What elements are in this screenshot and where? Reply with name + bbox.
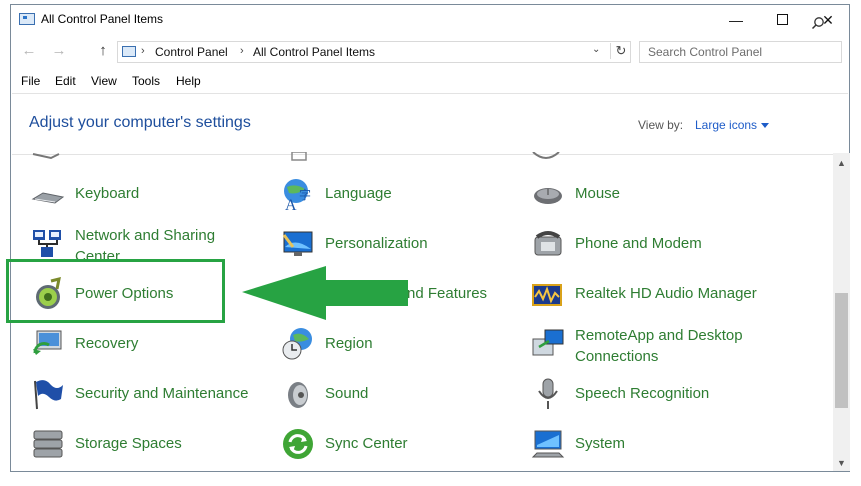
item-label-text: RemoteApp and Desktop Connections (575, 327, 743, 365)
item-phone-modem[interactable]: Phone and Modem (531, 225, 821, 265)
item-recovery[interactable]: Recovery (31, 325, 261, 365)
language-icon: A字 (284, 179, 311, 211)
item-label: Mouse (575, 185, 621, 202)
item-label: Sound (325, 385, 369, 402)
content-header: Adjust your computer's settings View by:… (12, 93, 848, 155)
keyboard-icon (31, 192, 65, 204)
menu-edit[interactable]: Edit (55, 74, 76, 88)
breadcrumb-all-items[interactable]: All Control Panel Items (253, 45, 375, 59)
view-by-label: View by: (638, 118, 684, 132)
item-system[interactable]: System (531, 425, 821, 465)
partial-row-icon (532, 152, 560, 159)
menu-bar: File Edit View Tools Help (11, 71, 849, 91)
back-arrow-icon[interactable]: ← (17, 41, 41, 61)
network-icon (33, 230, 61, 257)
highlight-box (6, 259, 225, 323)
personalization-icon (282, 231, 313, 256)
svg-text:A: A (285, 197, 297, 211)
forward-arrow-icon[interactable]: → (47, 41, 71, 61)
mouse-icon (534, 188, 562, 204)
item-label: Region (325, 335, 373, 352)
phone-icon (534, 231, 562, 256)
control-panel-small-icon (122, 46, 136, 57)
item-mouse[interactable]: Mouse (531, 175, 821, 215)
search-input[interactable] (639, 41, 842, 63)
item-label: Speech Recognition (575, 385, 710, 402)
address-dropdown-icon[interactable]: ⌄ (592, 44, 600, 55)
computer-icon (531, 430, 565, 458)
search-icon[interactable] (811, 16, 825, 30)
item-label: nd Features (407, 285, 488, 302)
breadcrumb-separator-icon[interactable]: › (240, 45, 244, 57)
storage-icon (33, 430, 63, 458)
flag-icon (34, 380, 63, 410)
item-label: System (575, 435, 626, 452)
menu-help[interactable]: Help (176, 74, 201, 88)
address-bar[interactable]: › Control Panel › All Control Panel Item… (117, 41, 631, 63)
window-title: All Control Panel Items (41, 12, 164, 26)
control-panel-icon (19, 13, 35, 25)
sync-icon (283, 429, 313, 459)
page-title: Adjust your computer's settings (29, 114, 251, 131)
item-sound[interactable]: Sound (281, 375, 511, 415)
scroll-up-icon[interactable]: ▲ (837, 158, 846, 168)
item-speech-recognition[interactable]: Speech Recognition (531, 375, 821, 415)
item-label: Security and Maintenance (75, 385, 249, 402)
item-label: Phone and Modem (575, 235, 702, 252)
item-sync-center[interactable]: Sync Center (281, 425, 511, 465)
item-label: Storage Spaces (75, 435, 182, 452)
item-label: RemoteApp and Desktop Connections (575, 325, 765, 367)
title-bar: All Control Panel Items — ✕ (11, 5, 849, 35)
minimize-button[interactable]: — (713, 5, 759, 35)
item-security-maintenance[interactable]: Security and Maintenance (31, 375, 261, 415)
item-remoteapp[interactable]: RemoteApp and Desktop Connections (531, 325, 821, 365)
item-label: Realtek HD Audio Manager (575, 285, 757, 302)
svg-text:字: 字 (299, 187, 311, 202)
caret-down-icon[interactable] (761, 123, 769, 128)
refresh-icon[interactable]: ↻ (610, 43, 631, 59)
speaker-icon (288, 382, 308, 408)
vertical-scrollbar[interactable]: ▲ ▼ (833, 153, 850, 471)
scroll-down-icon[interactable]: ▼ (837, 458, 846, 468)
maximize-button[interactable] (759, 5, 805, 35)
navigation-bar: ← → ↑ › Control Panel › All Control Pane… (11, 37, 849, 65)
item-storage-spaces[interactable]: Storage Spaces (31, 425, 261, 465)
item-keyboard[interactable]: Keyboard (31, 175, 261, 215)
menu-tools[interactable]: Tools (132, 74, 160, 88)
item-label: Recovery (75, 335, 139, 352)
partial-row-icon (291, 152, 307, 161)
menu-file[interactable]: File (21, 74, 40, 88)
microphone-icon (538, 378, 558, 409)
item-label: Sync Center (325, 435, 408, 452)
control-panel-window: All Control Panel Items — ✕ ← → ↑ › Cont… (10, 4, 850, 472)
view-by-dropdown[interactable]: Large icons (695, 118, 757, 132)
breadcrumb-control-panel[interactable]: Control Panel (155, 45, 228, 59)
partial-row-icon (32, 153, 60, 160)
up-arrow-icon[interactable]: ↑ (91, 41, 115, 61)
audio-manager-icon (532, 284, 562, 306)
recovery-icon (33, 330, 62, 355)
menu-view[interactable]: View (91, 74, 117, 88)
breadcrumb-separator-icon[interactable]: › (141, 45, 145, 57)
item-personalization[interactable]: Personalization (281, 225, 511, 265)
item-language[interactable]: A字 Language (281, 175, 511, 215)
annotation-arrow-icon (242, 266, 408, 320)
remote-desktop-icon (532, 329, 564, 356)
item-label: Language (325, 185, 392, 202)
item-realtek-audio[interactable]: Realtek HD Audio Manager (531, 275, 821, 315)
scrollbar-thumb[interactable] (835, 293, 848, 408)
item-label: Keyboard (75, 185, 140, 202)
item-label: Personalization (325, 235, 428, 252)
